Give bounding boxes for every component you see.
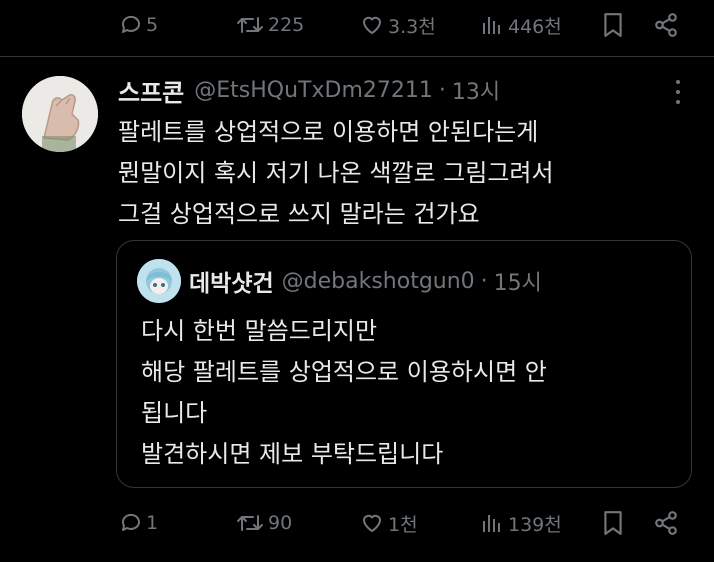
reply-button[interactable]: 1 xyxy=(118,508,158,538)
like-count: 1천 xyxy=(388,513,418,536)
anime-avatar-image xyxy=(137,259,181,303)
more-options-icon[interactable] xyxy=(668,80,688,104)
avatar[interactable] xyxy=(22,76,98,152)
repost-icon xyxy=(237,17,263,33)
quoted-separator-dot: · xyxy=(480,268,488,294)
quoted-tweet-text: 다시 한번 말씀드리지만 해당 팔레트를 상업적으로 이용하시면 안 됩니다 발… xyxy=(141,311,681,475)
bookmark-icon xyxy=(604,511,622,535)
quoted-text-line: 해당 팔레트를 상업적으로 이용하시면 안 xyxy=(141,358,547,386)
heart-icon xyxy=(363,514,381,532)
top-action-bar: 5 225 3.3천 446천 xyxy=(0,10,714,40)
like-count: 3.3천 xyxy=(388,15,436,38)
views-count: 446천 xyxy=(508,15,562,38)
quoted-header: 데박샷건 @debakshotgun0 · 15시 xyxy=(189,263,542,299)
bottom-action-bar: 1 90 1천 139천 xyxy=(0,508,714,538)
quoted-tweet-card[interactable]: 데박샷건 @debakshotgun0 · 15시 다시 한번 말씀드리지만 해… xyxy=(116,240,692,488)
tweet-text: 팔레트를 상업적으로 이용하면 안된다는게 뭔말이지 혹시 저기 나온 색깔로 … xyxy=(118,112,678,235)
tweet-divider xyxy=(0,56,714,57)
views-count: 139천 xyxy=(508,513,562,536)
reply-icon xyxy=(121,15,140,33)
reply-count: 1 xyxy=(146,512,159,534)
user-handle[interactable]: @EtsHQuTxDm27211 xyxy=(194,78,433,103)
views-icon xyxy=(483,17,500,34)
like-button[interactable]: 1천 xyxy=(358,508,418,538)
tweet-text-line: 그걸 상업적으로 쓰지 말라는 건가요 xyxy=(118,200,480,228)
tweet-text-line: 뭔말이지 혹시 저기 나온 색깔로 그림그려서 xyxy=(118,159,554,187)
quoted-avatar xyxy=(137,259,181,303)
reply-count: 5 xyxy=(146,14,159,36)
reply-button[interactable]: 5 xyxy=(118,10,158,40)
repost-count: 90 xyxy=(268,512,293,534)
views-button[interactable]: 139천 xyxy=(478,508,562,538)
tweet-text-line: 팔레트를 상업적으로 이용하면 안된다는게 xyxy=(118,118,539,146)
quoted-timestamp: 15시 xyxy=(493,271,542,296)
reply-icon xyxy=(121,513,140,531)
repost-count: 225 xyxy=(268,14,305,36)
display-name[interactable]: 스프콘 xyxy=(118,73,184,108)
quoted-text-line: 발견하시면 제보 부탁드립니다 xyxy=(141,440,444,468)
tweet-header: 스프콘 @EtsHQuTxDm27211 · 13시 xyxy=(118,72,500,108)
repost-button[interactable]: 90 xyxy=(234,508,292,538)
share-button[interactable] xyxy=(652,10,680,40)
separator-dot: · xyxy=(438,77,446,103)
share-button[interactable] xyxy=(652,508,680,538)
share-icon xyxy=(655,511,677,535)
quoted-display-name: 데박샷건 xyxy=(189,271,274,297)
share-icon xyxy=(655,13,677,37)
repost-button[interactable]: 225 xyxy=(234,10,304,40)
quoted-text-line: 됩니다 xyxy=(141,399,208,427)
views-button[interactable]: 446천 xyxy=(478,10,562,40)
bookmark-icon xyxy=(604,13,622,37)
hand-avatar-image xyxy=(22,76,98,152)
quoted-text-line: 다시 한번 말씀드리지만 xyxy=(141,317,378,345)
bookmark-button[interactable] xyxy=(602,10,624,40)
heart-icon xyxy=(363,16,381,34)
like-button[interactable]: 3.3천 xyxy=(358,10,436,40)
repost-icon xyxy=(237,515,263,531)
views-icon xyxy=(483,515,500,532)
quoted-user-handle: @debakshotgun0 xyxy=(281,268,475,294)
bookmark-button[interactable] xyxy=(602,508,624,538)
timestamp[interactable]: 13시 xyxy=(452,74,500,106)
